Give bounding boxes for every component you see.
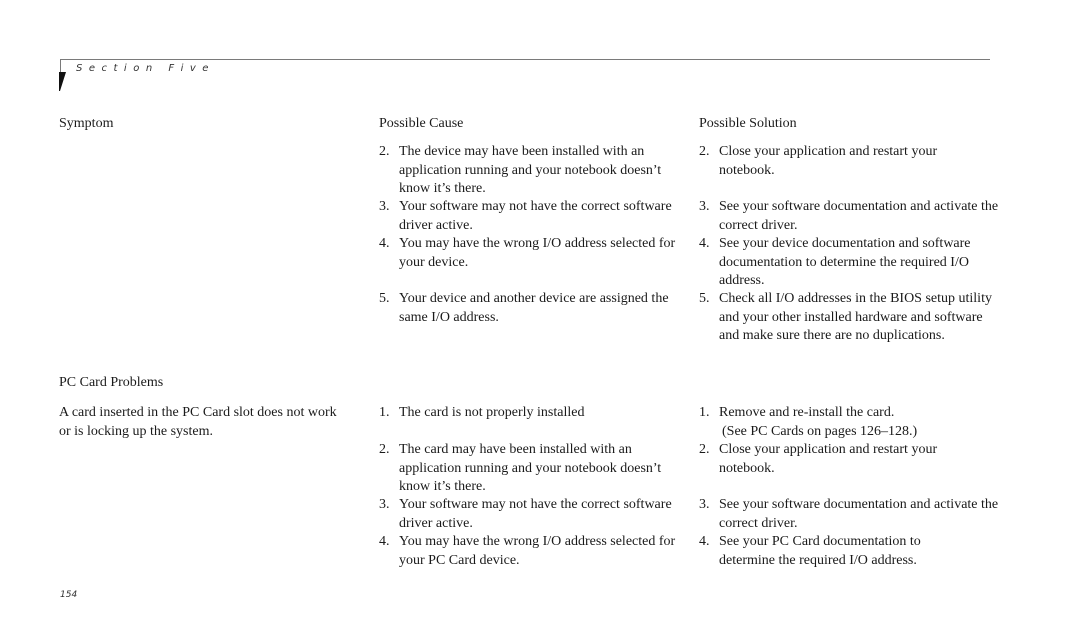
item-text: The device may have been installed with … [399, 144, 662, 196]
item-number: 3. [379, 199, 390, 214]
solution-item: 2. Close your application and restart yo… [699, 441, 969, 478]
cause-item: 4. You may have the wrong I/O address se… [379, 235, 689, 272]
solution-item: 3. See your software documentation and a… [699, 496, 1009, 533]
item-number: 3. [699, 199, 710, 214]
item-number: 2. [699, 144, 710, 159]
item-number: 4. [699, 236, 710, 251]
item-text: See your software documentation and acti… [719, 497, 999, 531]
solution-item: 2. Close your application and restart yo… [699, 143, 969, 180]
solution-item: 1. Remove and re-install the card. (See … [699, 404, 1009, 441]
cause-item: 2. The device may have been installed wi… [379, 143, 689, 199]
item-text: See your device documentation and softwa… [719, 236, 971, 288]
item-text: The card is not properly installed [399, 405, 585, 420]
item-number: 2. [699, 442, 710, 457]
solution-item: 4. See your PC Card documentation to det… [699, 533, 959, 570]
cause-item: 4. You may have the wrong I/O address se… [379, 533, 689, 570]
item-number: 4. [379, 236, 390, 251]
item-text: Check all I/O addresses in the BIOS setu… [719, 291, 992, 343]
symptom-text: A card inserted in the PC Card slot does… [59, 405, 337, 439]
item-number: 3. [379, 497, 390, 512]
header-rule [60, 59, 990, 60]
cause-item: 5. Your device and another device are as… [379, 290, 689, 327]
item-text: Close your application and restart your … [719, 144, 938, 178]
solution-item: 3. See your software documentation and a… [699, 198, 1009, 235]
item-text: Remove and re-install the card. [719, 405, 895, 420]
solution-item: 4. See your device documentation and sof… [699, 235, 1009, 291]
column-header-solution: Possible Solution [699, 116, 797, 131]
item-text: The card may have been installed with an… [399, 442, 662, 494]
cause-item: 3. Your software may not have the correc… [379, 198, 689, 235]
column-header-symptom: Symptom [59, 116, 114, 131]
item-number: 4. [379, 534, 390, 549]
item-note: (See PC Cards on pages 126–128.) [722, 423, 918, 439]
column-header-cause: Possible Cause [379, 116, 464, 131]
item-text: Close your application and restart your … [719, 442, 938, 476]
item-text: You may have the wrong I/O address selec… [399, 534, 676, 568]
item-text: Your software may not have the correct s… [399, 497, 672, 531]
solution-item: 5. Check all I/O addresses in the BIOS s… [699, 290, 1004, 346]
item-number: 1. [379, 405, 390, 420]
cause-item: 3. Your software may not have the correc… [379, 496, 689, 533]
header-rule-tick [60, 59, 61, 73]
section-marker-icon [59, 72, 66, 91]
item-text: See your PC Card documentation to determ… [719, 534, 921, 568]
item-number: 5. [699, 291, 710, 306]
item-text: You may have the wrong I/O address selec… [399, 236, 676, 270]
item-number: 2. [379, 442, 390, 457]
item-number: 3. [699, 497, 710, 512]
item-number: 5. [379, 291, 390, 306]
item-text: Your software may not have the correct s… [399, 199, 672, 233]
cause-item: 1. The card is not properly installed [379, 404, 689, 423]
item-text: Your device and another device are assig… [399, 291, 669, 325]
cause-item: 2. The card may have been installed with… [379, 441, 689, 497]
page-number: 154 [60, 590, 78, 600]
group-title: PC Card Problems [59, 375, 164, 390]
item-number: 4. [699, 534, 710, 549]
item-number: 2. [379, 144, 390, 159]
item-text: See your software documentation and acti… [719, 199, 999, 233]
section-label: Section Five [76, 63, 215, 74]
item-number: 1. [699, 405, 710, 420]
